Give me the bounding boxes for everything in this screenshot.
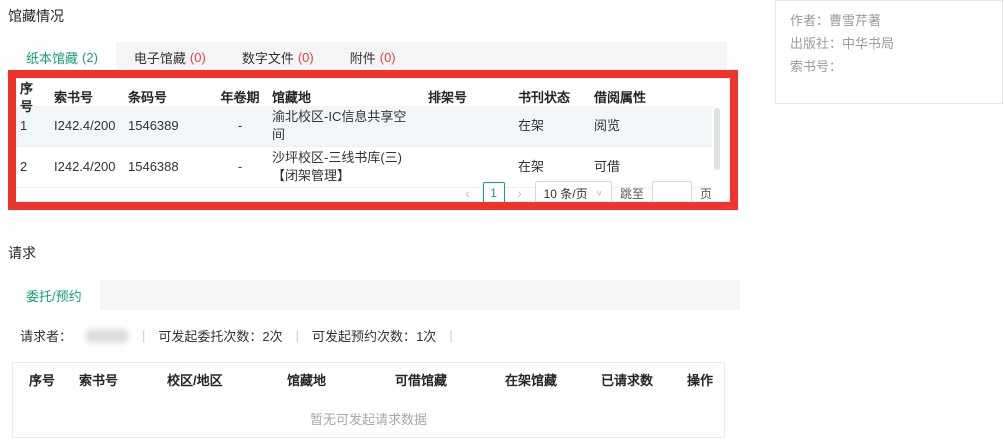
tab-attachments[interactable]: 附件 (0)	[332, 42, 414, 72]
column-header: 操作	[687, 372, 714, 388]
page-size-value: 10 条/页	[543, 186, 588, 201]
tab-paper-holdings[interactable]: 纸本馆藏 (2)	[8, 42, 116, 72]
tab-label: 数字文件	[241, 50, 294, 66]
cell-call-number: I242.4/200	[54, 159, 116, 174]
book-callno-line: 索书号：	[790, 59, 843, 74]
next-page-icon[interactable]: ›	[513, 185, 527, 201]
column-header: 校区/地区	[167, 372, 223, 388]
delegate-count-label: 可发起委托次数：	[158, 329, 263, 344]
table-scrollbar-thumb[interactable]	[714, 108, 720, 170]
request-table-header: 序号 索书号 校区/地区 馆藏地 可借馆藏 在架馆藏 已请求数 操作	[13, 363, 724, 395]
cell-loan-attr: 可借	[594, 159, 621, 174]
cell-seq: 2	[20, 159, 28, 174]
delegate-count-value: 2次	[262, 329, 283, 344]
tab-count: (0)	[189, 49, 206, 65]
cell-call-number: I242.4/200	[54, 118, 116, 133]
column-header: 借阅属性	[594, 90, 647, 105]
tab-label: 电子馆藏	[133, 50, 186, 66]
library-holdings-page: 馆藏情况 纸本馆藏 (2) 电子馆藏 (0) 数字文件 (0) 附件 (0) 序…	[0, 0, 1004, 442]
table-row[interactable]: 1 I242.4/200 1546389 - 渝北校区-IC信息共享空间 在架 …	[16, 106, 712, 147]
column-header: 可借馆藏	[395, 372, 448, 388]
tab-count: (2)	[82, 49, 98, 65]
tab-digital-files[interactable]: 数字文件 (0)	[224, 42, 332, 72]
column-header: 条码号	[128, 90, 168, 105]
cell-status: 在架	[518, 159, 545, 174]
jump-to-label: 跳至	[619, 186, 644, 201]
page-size-select[interactable]: 10 条/页 ∨	[534, 181, 612, 205]
empty-state-text: 暂无可发起请求数据	[309, 412, 427, 427]
page-number-button[interactable]: 1	[482, 182, 505, 204]
cell-seq: 1	[20, 118, 28, 133]
requester-name-redacted	[85, 328, 130, 343]
request-section-title: 请求	[8, 245, 36, 261]
tab-count: (0)	[379, 49, 396, 65]
cell-shelf	[424, 165, 514, 169]
column-header: 已请求数	[601, 372, 654, 388]
cell-loan-attr: 阅览	[594, 118, 621, 133]
column-header: 序号	[29, 372, 56, 388]
page-jump-input[interactable]	[651, 181, 692, 205]
cell-barcode: 1546388	[128, 159, 179, 174]
column-header: 索书号	[54, 90, 94, 105]
request-tabbar: 委托/预约	[8, 280, 740, 310]
book-author-line: 作者：曹雪芹著	[790, 13, 882, 28]
collection-section-title: 馆藏情况	[8, 8, 64, 24]
pagination: ‹ 1 › 10 条/页 ∨ 跳至 页	[16, 181, 712, 205]
reserve-count-value: 1次	[416, 329, 437, 344]
column-header: 索书号	[79, 372, 119, 388]
tab-label: 纸本馆藏	[26, 50, 79, 66]
collection-tabbar: 纸本馆藏 (2) 电子馆藏 (0) 数字文件 (0) 附件 (0)	[8, 42, 727, 72]
tab-delegate-reserve[interactable]: 委托/预约	[8, 280, 100, 310]
request-info-line: 请求者： | 可发起委托次数： 2次 | 可发起预约次数： 1次 |	[20, 326, 453, 345]
column-header: 序号	[20, 81, 34, 114]
cell-location: 渝北校区-IC信息共享空间	[272, 109, 407, 142]
cell-barcode: 1546389	[128, 118, 179, 133]
holdings-table: 序号 索书号 条码号 年卷期 馆藏地 排架号 书刊状态 借阅属性 1 I242.…	[16, 78, 712, 188]
cell-shelf	[424, 124, 514, 128]
tab-label: 委托/预约	[26, 288, 82, 304]
column-header: 馆藏地	[287, 372, 327, 388]
requester-label: 请求者：	[20, 329, 73, 344]
request-table: 序号 索书号 校区/地区 馆藏地 可借馆藏 在架馆藏 已请求数 操作 暂无可发起…	[12, 362, 725, 438]
cell-volume: -	[237, 159, 243, 174]
tab-label: 附件	[349, 50, 376, 66]
column-header: 在架馆藏	[505, 372, 558, 388]
tab-electronic-holdings[interactable]: 电子馆藏 (0)	[116, 42, 224, 72]
separator: |	[295, 328, 300, 343]
holdings-table-header: 序号 索书号 条码号 年卷期 馆藏地 排架号 书刊状态 借阅属性	[16, 78, 712, 114]
cell-status: 在架	[518, 118, 545, 133]
column-header: 年卷期	[220, 90, 260, 105]
chevron-down-icon: ∨	[595, 188, 603, 198]
book-publisher-line: 出版社：中华书局	[790, 36, 895, 51]
tab-count: (0)	[297, 49, 314, 65]
reserve-count-label: 可发起预约次数：	[312, 329, 417, 344]
prev-page-icon[interactable]: ‹	[461, 185, 475, 201]
separator: |	[449, 328, 453, 343]
column-header: 书刊状态	[518, 90, 571, 105]
book-info-panel: 作者：曹雪芹著 出版社：中华书局 索书号：	[775, 0, 1003, 104]
column-header: 排架号	[428, 90, 468, 105]
page-unit-label: 页	[699, 186, 712, 201]
cell-volume: -	[237, 118, 243, 133]
separator: |	[142, 328, 146, 343]
